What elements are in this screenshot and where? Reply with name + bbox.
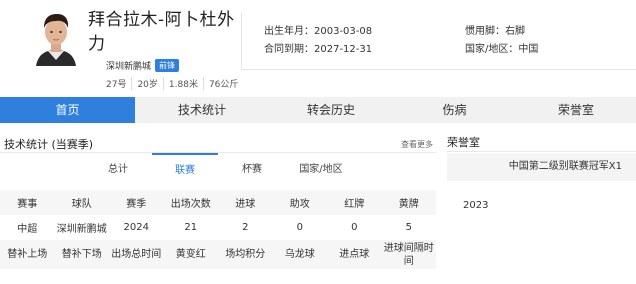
stats-sub-tabs: 总计 联赛 杯赛 国家/地区 [0,153,436,187]
honors-section-title: 荣誉室 [447,136,480,149]
tab-honors[interactable]: 荣誉室 [516,97,636,123]
subtab-total[interactable]: 总计 [96,153,140,187]
table-cell: 5 [405,222,412,233]
table-cell: 21 [184,222,198,233]
player-meta: 27号 20岁 1.88米 76公斤 [106,77,243,90]
col-header: 黄牌 [381,190,436,215]
see-more-link[interactable]: 查看更多 [401,139,433,150]
table-row: 中超 深圳新鹏城 2024 21 2 0 0 5 [0,215,436,240]
table-cell: 0 [296,222,303,233]
player-avatar [28,10,84,66]
col-header: 赛事 [0,190,55,215]
club-row: 深圳新鹏城 前锋 [106,59,180,72]
tab-home[interactable]: 首页 [0,97,135,123]
col-header: 黄变红 [163,240,218,269]
contract-expiry: 合同到期：2027-12-31 [264,44,373,55]
player-age: 20岁 [132,77,164,90]
position-badge: 前锋 [155,59,180,72]
col-header: 替补下场 [54,240,109,269]
tab-injuries[interactable]: 伤病 [393,97,516,123]
player-profile-card: 拜合拉木-阿卜杜外力 深圳新鹏城 前锋 27号 20岁 1.88米 76公斤 [18,6,238,90]
tab-stats[interactable]: 技术统计 [135,97,269,123]
col-header: 进点球 [327,240,382,269]
tab-transfer-history[interactable]: 转会历史 [269,97,393,123]
col-header: 出场次数 [163,190,218,215]
col-header: 进球间隔时间 [381,240,436,269]
player-height: 1.88米 [164,77,204,90]
player-weight: 76公斤 [208,80,239,90]
col-header: 场均积分 [218,240,273,269]
table-header-row: 赛事 球队 赛季 出场次数 进球 助攻 红牌 黄牌 [0,190,436,215]
subtab-national[interactable]: 国家/地区 [288,153,354,187]
player-info-card: 出生年月：2003-03-08 惯用脚：右脚 合同到期：2027-12-31 国… [241,12,636,70]
col-header: 助攻 [272,190,327,215]
preferred-foot: 惯用脚：右脚 [465,26,525,37]
honor-item: 中国第二级别联赛冠军X1 [447,153,636,181]
honor-year: 2023 [463,200,489,211]
table-header-row: 替补上场 替补下场 出场总时间 黄变红 场均积分 乌龙球 进点球 进球间隔时间 [0,240,436,269]
player-name: 拜合拉木-阿卜杜外力 [88,10,235,54]
col-header: 红牌 [327,190,382,215]
stats-table: 赛事 球队 赛季 出场次数 进球 助攻 红牌 黄牌 中超 深圳新鹏城 2024 … [0,190,436,269]
table-cell: 2 [242,222,249,233]
club-link[interactable]: 深圳新鹏城 [106,59,151,72]
table-cell[interactable]: 深圳新鹏城 [55,215,110,240]
table-cell: 0 [351,222,358,233]
col-header: 赛季 [109,190,164,215]
col-header: 出场总时间 [109,240,164,269]
col-header: 替补上场 [0,240,55,269]
col-header: 球队 [54,190,109,215]
col-header: 乌龙球 [272,240,327,269]
table-cell: 中超 [17,224,38,235]
subtab-cup[interactable]: 杯赛 [230,153,274,187]
stats-section-title: 技术统计 (当赛季) [4,138,94,151]
nationality: 国家/地区：中国 [465,44,539,55]
col-header: 进球 [218,190,273,215]
birth-date: 出生年月：2003-03-08 [264,26,373,37]
main-nav: 首页 技术统计 转会历史 伤病 荣誉室 [0,97,636,123]
table-cell: 2024 [123,222,149,233]
honors-divider [447,151,636,152]
shirt-number: 27号 [106,77,133,90]
subtab-league[interactable]: 联赛 [152,153,218,187]
